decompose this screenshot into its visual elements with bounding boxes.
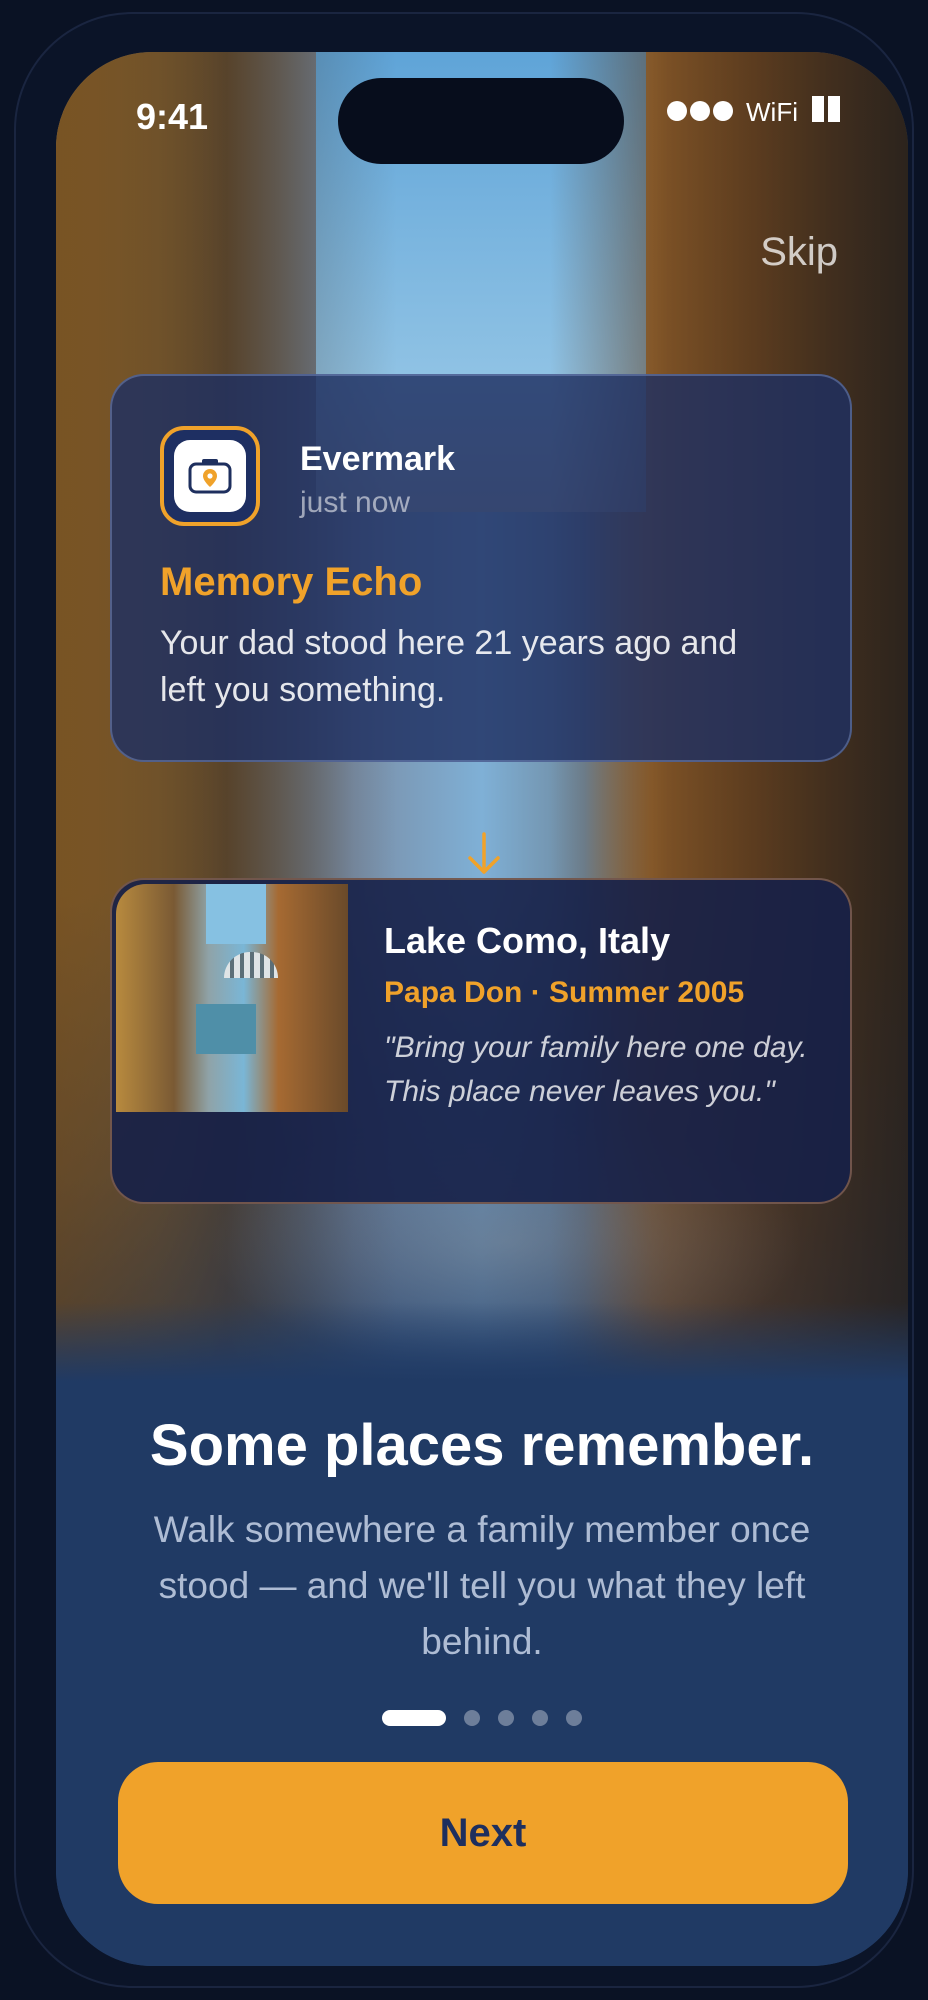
thumbnail-lake <box>196 1004 256 1054</box>
page-dot-active[interactable] <box>382 1710 446 1726</box>
memory-place: Lake Como, Italy <box>384 920 671 961</box>
memory-thumbnail <box>116 884 348 1112</box>
app-name: Evermark <box>300 440 456 478</box>
status-time: 9:41 <box>136 96 209 137</box>
memory-quote: "Bring your family here one day. This pl… <box>384 1031 808 1108</box>
next-button[interactable]: Next <box>118 1762 848 1904</box>
thumbnail-sky <box>206 884 266 944</box>
arrow-down-icon <box>468 832 500 874</box>
status-indicators: WiFi <box>667 96 840 129</box>
notification-body: Your dad stood here 21 years ago and lef… <box>160 624 738 709</box>
screen: 9:41 WiFi Skip Evermark just now Memory … <box>56 52 908 1966</box>
wifi-label: WiFi <box>746 97 798 127</box>
notification-title: Memory Echo <box>160 560 423 604</box>
thumbnail-umbrella <box>224 952 278 978</box>
notification-time: just now <box>300 486 411 519</box>
page-dot[interactable] <box>532 1710 548 1726</box>
onboarding-headline: Some places remember. <box>149 1413 815 1478</box>
camera-pin-icon <box>174 440 246 512</box>
signal-icon <box>667 97 736 128</box>
page-dot[interactable] <box>464 1710 480 1726</box>
page-dot[interactable] <box>566 1710 582 1726</box>
page-dot[interactable] <box>498 1710 514 1726</box>
onboarding-subtext: Walk somewhere a family member once stoo… <box>153 1509 811 1662</box>
page-indicator <box>56 1710 908 1726</box>
memory-meta: Papa Don · Summer 2005 <box>384 976 745 1009</box>
dynamic-island <box>338 78 624 164</box>
battery-icon <box>808 96 840 129</box>
app-icon <box>160 426 260 526</box>
memory-card[interactable]: Lake Como, Italy Papa Don · Summer 2005 … <box>110 878 852 1204</box>
phone-frame: 9:41 WiFi Skip Evermark just now Memory … <box>14 12 914 1988</box>
skip-button[interactable]: Skip <box>760 230 838 275</box>
notification-card[interactable]: Evermark just now Memory Echo Your dad s… <box>110 374 852 762</box>
